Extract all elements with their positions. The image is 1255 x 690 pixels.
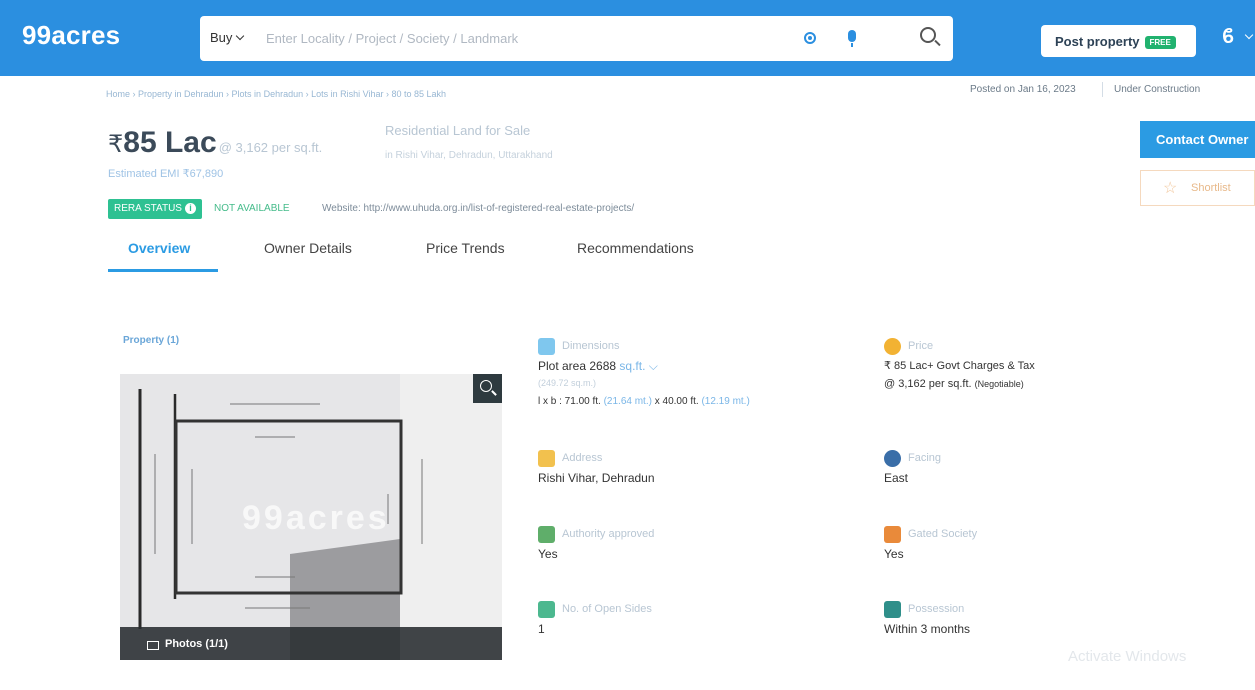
breadcrumb[interactable]: Home › Property in Dehradun › Plots in D… [106,89,446,99]
plot-area-sqm: (249.72 sq.m.) [538,378,597,388]
price-per-text: @ 3,162 per sq.ft. [884,378,972,390]
rupee-symbol: ₹ [108,131,124,158]
location-target-icon[interactable] [804,32,816,44]
chevron-down-icon [236,31,245,41]
breadth-mt: (12.19 mt.) [701,396,750,407]
plot-area-value: Plot area 2688 sq.ft. ⌵ [538,359,658,374]
search-icon[interactable] [920,27,936,43]
possession-value: Within 3 months [884,622,971,636]
buy-dropdown[interactable]: Buy [210,30,245,45]
authority-label: Authority approved [562,528,655,540]
possession-label: Possession [908,603,965,615]
signpost-icon [538,450,555,467]
tab-recommendations[interactable]: Recommendations [577,240,694,256]
info-icon[interactable]: i [184,203,196,214]
facing-value: East [884,471,909,485]
photo-icon [147,641,159,650]
area-unit-dropdown[interactable]: sq.ft. [619,359,645,373]
chevron-down-icon[interactable] [1244,30,1254,40]
rera-status-badge[interactable]: RERA STATUS i [108,199,202,219]
facing-label: Facing [908,452,942,464]
tab-owner-details[interactable]: Owner Details [264,240,352,256]
price-value: 85 Lac [123,126,217,159]
price-detail-value: ₹ 85 Lac+ Govt Charges & Tax [884,360,1035,372]
rera-label: RERA STATUS [114,203,182,214]
chevron-down-icon[interactable]: ⌵ [649,359,658,373]
post-property-label: Post property [1055,34,1140,49]
price-tag-icon [884,338,901,355]
price-per-sqft-detail: @ 3,162 per sq.ft. (Negotiable) [884,378,1024,390]
search-bar: Buy [200,16,953,61]
microphone-icon[interactable] [848,30,856,47]
logo[interactable]: 99acres [22,20,120,51]
open-sides-value: 1 [538,622,545,636]
shortlist-button[interactable]: Shortlist [1140,170,1255,206]
property-title: Residential Land for Sale [385,123,531,138]
buy-label: Buy [210,30,233,45]
negotiable-tag: (Negotiable) [974,379,1024,389]
divider [1102,82,1103,97]
gated-label: Gated Society [908,528,978,540]
address-value: Rishi Vihar, Dehradun [538,471,655,485]
breadth-ft: x 40.00 ft. [654,396,699,407]
price-label: Price [908,340,934,352]
estimated-emi-link[interactable]: Estimated EMI ₹67,890 [108,167,223,180]
search-input[interactable] [266,24,786,52]
tab-overview[interactable]: Overview [128,240,190,256]
property-location: in Rishi Vihar, Dehradun, Uttarakhand [385,150,553,161]
length-ft: l x b : 71.00 ft. [538,396,601,407]
gallery-section-label: Property (1) [123,335,180,346]
plot-lxb: l x b : 71.00 ft. (21.64 mt.) x 40.00 ft… [538,396,750,407]
tab-price-trends[interactable]: Price Trends [426,240,505,256]
open-sides-label: No. of Open Sides [562,603,652,615]
calendar-icon [884,601,901,618]
user-account-icon[interactable]: ϐ [1222,26,1242,48]
posted-date: Posted on Jan 16, 2023 [970,84,1076,95]
active-tab-indicator [108,269,218,272]
plot-area-text: Plot area 2688 [538,359,617,373]
document-approved-icon [538,526,555,543]
property-photo[interactable]: 99acres [120,374,502,660]
rera-value: NOT AVAILABLE [214,203,290,214]
dimensions-icon [538,338,555,355]
photo-count-bar[interactable]: Photos (1/1) [120,627,502,660]
photo-watermark: 99acres [242,499,390,537]
zoom-in-icon [480,380,492,392]
construction-status: Under Construction [1114,84,1201,95]
star-icon[interactable]: ☆ [1163,178,1177,198]
top-navbar: 99acres Buy Post property FREE ϐ [0,0,1255,76]
free-badge: FREE [1144,36,1176,49]
contact-owner-button[interactable]: Contact Owner [1140,121,1255,158]
listing-price: ₹85 Lac [108,126,217,159]
price-block: ₹85 Lac @ 3,162 per sq.ft. [108,126,322,160]
os-activation-watermark: Activate Windows [1068,648,1187,665]
zoom-button[interactable] [473,374,502,403]
address-label: Address [562,452,603,464]
dimensions-label: Dimensions [562,340,620,352]
authority-value: Yes [538,547,558,561]
post-property-button[interactable]: Post property FREE [1041,25,1196,57]
rera-website[interactable]: Website: http://www.uhuda.org.in/list-of… [322,203,634,214]
open-sides-icon [538,601,555,618]
length-mt: (21.64 mt.) [603,396,652,407]
price-per-sqft: @ 3,162 per sq.ft. [218,140,323,155]
shortlist-label: Shortlist [1191,182,1231,194]
compass-icon [884,450,901,467]
gate-icon [884,526,901,543]
gated-value: Yes [884,547,904,561]
photos-count: Photos (1/1) [165,638,228,650]
